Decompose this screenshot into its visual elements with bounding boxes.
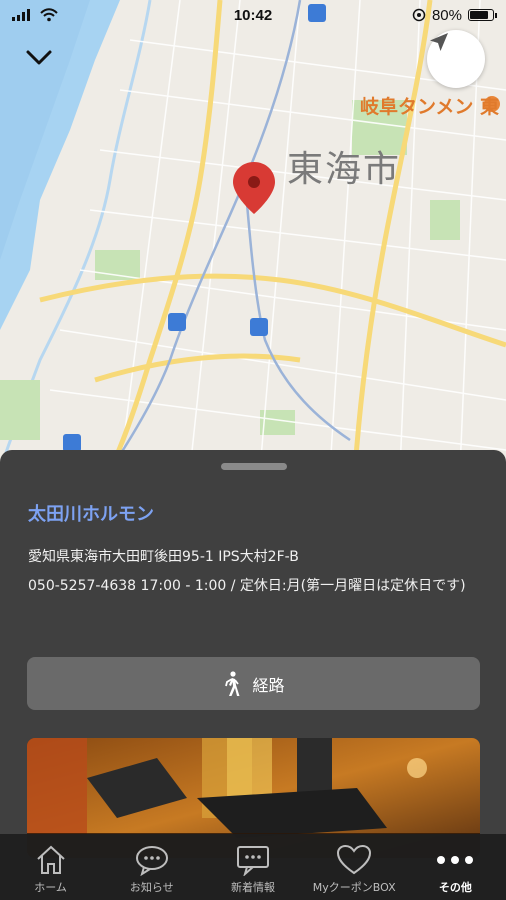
tab-updates[interactable]: 新着情報 (202, 834, 303, 900)
signal-icon (12, 9, 30, 21)
message-icon (237, 846, 269, 876)
tab-home-label: ホーム (34, 881, 67, 894)
tab-updates-label: 新着情報 (231, 881, 275, 894)
poi-label[interactable]: 岐阜タンメン 東 (360, 92, 499, 119)
shop-address: 愛知県東海市大田町後田95-1 IPS大村2F-B (28, 549, 299, 565)
location-services-icon (412, 8, 426, 22)
location-pin-icon (230, 160, 278, 216)
tab-home[interactable]: ホーム (0, 834, 101, 900)
sheet-handle[interactable] (221, 463, 287, 470)
status-time: 10:42 (233, 6, 273, 24)
more-icon (437, 856, 474, 864)
bottom-tab-bar: ホーム お知らせ 新着情報 MyクーポンBOX その他 (0, 834, 506, 900)
location-arrow-icon (430, 33, 448, 51)
tab-coupon-box[interactable]: MyクーポンBOX (304, 834, 405, 900)
chat-bubble-icon (135, 846, 168, 876)
wifi-icon (40, 8, 58, 22)
city-label: 東海市 (287, 149, 402, 190)
tab-more[interactable]: その他 (405, 834, 506, 900)
tab-more-label: その他 (438, 881, 472, 894)
tab-news-label: お知らせ (129, 881, 174, 894)
shop-detail-sheet: 太田川ホルモン 愛知県東海市大田町後田95-1 IPS大村2F-B 050-52… (0, 450, 506, 900)
map-view[interactable]: 東海市 岐阜タンメン 東 (0, 0, 506, 470)
shop-name: 太田川ホルモン (28, 504, 154, 525)
route-button[interactable]: 経路 (27, 657, 480, 710)
home-icon (36, 845, 65, 874)
battery-percent: 80% (431, 6, 462, 24)
battery-icon (468, 9, 497, 21)
collapse-button[interactable] (22, 44, 56, 72)
tab-news[interactable]: お知らせ (101, 834, 202, 900)
heart-icon (337, 844, 372, 875)
status-bar: 10:42 80% (0, 0, 506, 30)
tab-coupon-box-label: MyクーポンBOX (312, 881, 396, 894)
walking-icon (225, 670, 240, 696)
shop-contact-hours: 050-5257-4638 17:00 - 1:00 / 定休日:月(第一月曜日… (28, 578, 466, 594)
route-button-label: 経路 (252, 675, 285, 695)
chevron-down-icon (26, 50, 52, 65)
current-location-button[interactable] (427, 30, 485, 88)
